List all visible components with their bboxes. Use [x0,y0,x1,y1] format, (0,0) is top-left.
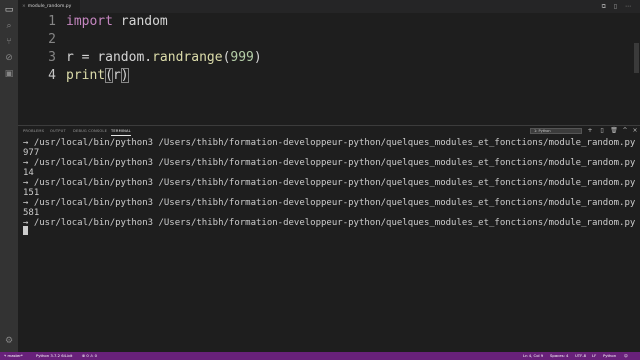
code-line[interactable]: 1 import random [18,13,168,31]
language-mode[interactable]: Python [603,352,616,360]
scrollbar-thumb[interactable] [634,43,639,73]
code-token: r [66,50,74,65]
close-icon[interactable]: × [22,4,26,9]
line-ending[interactable]: LF [592,352,596,360]
extensions-icon[interactable]: ▣ [4,69,14,79]
search-icon[interactable]: ⌕ [4,21,14,31]
branch-label: master* [7,353,23,358]
source-control-icon[interactable]: ⑂ [4,37,14,47]
code-token: r [112,68,121,83]
debug-icon[interactable]: ⊘ [4,53,14,63]
terminal-line: → /usr/local/bin/python3 /Users/thibh/fo… [23,138,636,148]
terminal-line: → /usr/local/bin/python3 /Users/thibh/fo… [23,218,636,228]
editor-scrollbar[interactable] [632,13,640,125]
code-token: ) [253,50,262,65]
code-token: ( [105,68,113,83]
terminal-line: → /usr/local/bin/python3 /Users/thibh/fo… [23,198,636,208]
new-terminal-icon[interactable]: + [586,126,594,136]
code-line[interactable]: 3r = random.randrange(999) [18,49,262,67]
python-interpreter[interactable]: Python 3.7.2 64-bit [36,352,72,360]
trash-icon[interactable]: 🗑 [610,126,618,136]
code-token: = [73,50,98,65]
terminal-output[interactable]: → /usr/local/bin/python3 /Users/thibh/fo… [18,136,636,352]
maximize-panel-icon[interactable]: ^ [621,126,629,136]
tab-debug-console[interactable]: DEBUG CONSOLE [73,126,107,136]
branch-indicator[interactable]: ⑂ master* [4,352,23,360]
encoding[interactable]: UTF-8 [575,352,586,360]
tab-label: module_random.py [27,4,72,9]
tab-problems[interactable]: PROBLEMS [23,126,44,136]
indentation[interactable]: Spaces: 4 [550,352,568,360]
terminal-line: → /usr/local/bin/python3 /Users/thibh/fo… [23,158,636,168]
tab-module-random[interactable]: × module_random.py [18,0,80,13]
line-number: 3 [48,50,56,65]
code-token: print [66,68,106,83]
code-token: randrange [152,50,223,65]
code-token: ) [120,68,129,83]
code-token: . [144,50,153,65]
code-editor[interactable]: 1 import random 2 3 r = random.randrange(999… [18,13,632,125]
code-token: 999 [230,50,254,65]
code-token: random [97,50,145,65]
editor-actions[interactable]: ⧉ ▯ ⋯ [602,0,634,13]
terminal-select[interactable]: 1: Python [530,128,582,134]
status-bar: ⑂ master* Python 3.7.2 64-bit ⊗ 0 ⚠ 0 Ln… [0,352,640,360]
problems-count[interactable]: ⊗ 0 ⚠ 0 [82,352,97,360]
code-token: random [112,14,168,29]
code-token: import [66,14,113,29]
terminal-line: → /usr/local/bin/python3 /Users/thibh/fo… [23,178,636,188]
close-panel-icon[interactable]: × [631,126,639,136]
editor-tab-bar: × module_random.py ⧉ ▯ ⋯ [18,0,640,13]
panel-header: PROBLEMS OUTPUT DEBUG CONSOLE TERMINAL 1… [18,125,640,136]
split-terminal-icon[interactable]: ▯ [598,126,606,136]
line-number: 2 [48,32,56,47]
activity-bar: ▭ ⌕ ⑂ ⊘ ▣ ⚙ [0,0,18,352]
line-number: 4 [48,68,56,83]
tab-output[interactable]: OUTPUT [50,126,66,136]
smiley-icon[interactable]: ☺ [624,352,628,360]
code-line[interactable]: 4 print(r) [18,67,129,85]
cursor-position[interactable]: Ln 4, Col 9 [523,352,543,360]
files-icon[interactable]: ▭ [4,5,14,15]
line-number: 1 [48,14,56,29]
code-line[interactable]: 2 [18,31,66,49]
tab-terminal[interactable]: TERMINAL [111,126,131,136]
gear-icon[interactable]: ⚙ [4,336,14,346]
